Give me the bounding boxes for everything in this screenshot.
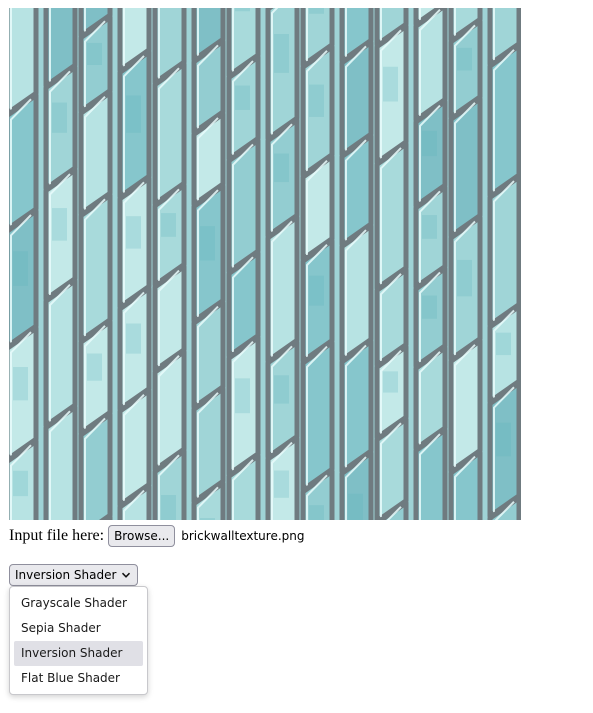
selected-file-name: brickwalltexture.png [181, 529, 305, 543]
file-input-row: Input file here: Browse... brickwalltext… [9, 524, 304, 548]
file-input-label: Input file here: [9, 527, 105, 544]
shader-option-sepia[interactable]: Sepia Shader [14, 616, 143, 641]
chevron-down-icon [121, 572, 131, 578]
browse-button[interactable]: Browse... [108, 525, 176, 547]
shader-option-inversion[interactable]: Inversion Shader [14, 641, 143, 666]
shader-option-flat-blue[interactable]: Flat Blue Shader [14, 666, 143, 691]
shader-select-value: Inversion Shader [15, 568, 117, 582]
texture-canvas [9, 8, 521, 520]
shader-option-grayscale[interactable]: Grayscale Shader [14, 591, 143, 616]
shader-dropdown-list: Grayscale Shader Sepia Shader Inversion … [9, 586, 148, 695]
brick-wall-texture-image [9, 8, 521, 520]
shader-select[interactable]: Inversion Shader [9, 564, 138, 586]
